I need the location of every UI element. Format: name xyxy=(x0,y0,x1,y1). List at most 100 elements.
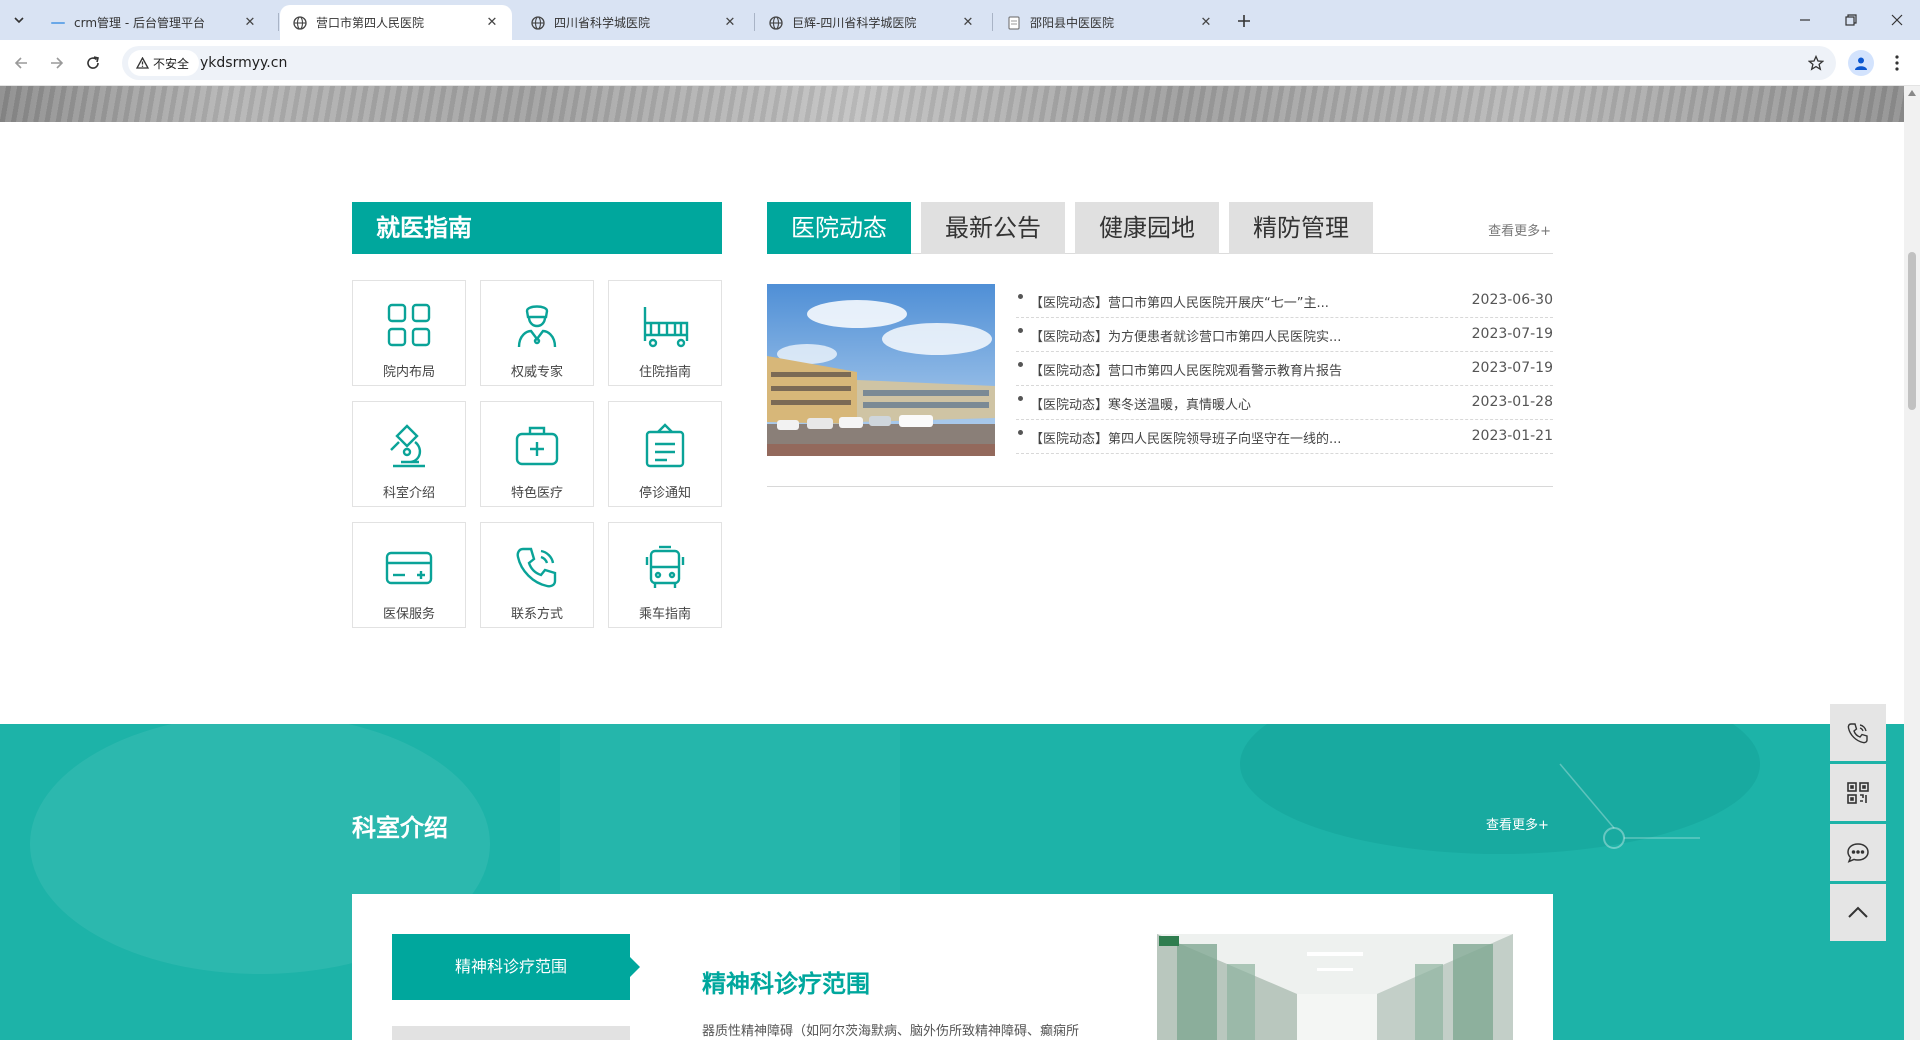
close-tab-icon[interactable]: ✕ xyxy=(484,15,500,31)
close-tab-icon[interactable]: ✕ xyxy=(242,15,258,31)
news-date: 2023-06-30 xyxy=(1471,292,1553,308)
reload-button[interactable] xyxy=(78,48,108,78)
tab-title: 邵阳县中医医院 xyxy=(1030,16,1115,30)
guide-item-insurance[interactable]: 医保服务 xyxy=(352,522,466,628)
close-icon xyxy=(1891,14,1903,26)
guide-item-label: 乘车指南 xyxy=(638,607,691,622)
close-tab-icon[interactable]: ✕ xyxy=(722,15,738,31)
news-item[interactable]: 【医院动态】为方便患者就诊营口市第四人民医院实... 2023-07-19 xyxy=(1016,318,1553,352)
security-indicator[interactable]: 不安全 xyxy=(128,50,200,76)
warning-icon xyxy=(136,57,149,69)
guide-item-special-care[interactable]: 特色医疗 xyxy=(480,401,594,507)
news-title[interactable]: 【医院动态】营口市第四人民医院开展庆“七一”主... xyxy=(1030,292,1430,311)
profile-button[interactable] xyxy=(1848,50,1874,76)
tab-mental-health-mgmt[interactable]: 精防管理 xyxy=(1229,202,1373,254)
bullet-dot xyxy=(1018,396,1023,401)
medical-kit-icon xyxy=(515,426,559,466)
chat-icon xyxy=(1847,842,1869,863)
float-qrcode-button[interactable] xyxy=(1830,764,1886,821)
news-date: 2023-07-19 xyxy=(1471,360,1553,376)
clipboard-icon xyxy=(645,423,685,468)
forward-button[interactable] xyxy=(42,48,72,78)
guide-item-departments[interactable]: 科室介绍 xyxy=(352,401,466,507)
back-button[interactable] xyxy=(6,48,36,78)
arrow-left-icon xyxy=(14,57,27,69)
department-tab[interactable] xyxy=(392,1026,630,1040)
globe-icon xyxy=(292,15,308,31)
browser-tab[interactable]: 四川省科学城医院 ✕ xyxy=(518,5,750,40)
tab-search-button[interactable] xyxy=(8,9,30,31)
reload-icon xyxy=(87,56,99,69)
hospital-building-photo xyxy=(767,284,995,456)
grid-layout-icon xyxy=(387,303,431,347)
guide-item-experts[interactable]: 权威专家 xyxy=(480,280,594,386)
news-item[interactable]: 【医院动态】营口市第四人民医院开展庆“七一”主... 2023-06-30 xyxy=(1016,284,1553,318)
float-phone-button[interactable] xyxy=(1830,704,1886,761)
tab-separator xyxy=(754,13,755,31)
department-section-title: 科室介绍 xyxy=(352,814,448,842)
guide-item-label: 停诊通知 xyxy=(638,486,691,501)
news-title[interactable]: 【医院动态】为方便患者就诊营口市第四人民医院实... xyxy=(1030,326,1430,345)
guide-section-title: 就医指南 xyxy=(352,202,722,254)
guide-item-transport[interactable]: 乘车指南 xyxy=(608,522,722,628)
float-chat-button[interactable] xyxy=(1830,824,1886,881)
news-title[interactable]: 【医院动态】寒冬送温暖，真情暖人心 xyxy=(1030,394,1430,413)
news-item[interactable]: 【医院动态】第四人民医院领导班子向坚守在一线的... 2023-01-21 xyxy=(1016,420,1553,454)
url-text[interactable]: ykdsrmyy.cn xyxy=(200,46,287,80)
hospital-bed-icon xyxy=(643,307,689,348)
doctor-icon xyxy=(517,305,557,348)
scrollbar-thumb[interactable] xyxy=(1908,252,1916,410)
guide-item-suspension-notice[interactable]: 停诊通知 xyxy=(608,401,722,507)
guide-item-label: 特色医疗 xyxy=(510,486,563,501)
guide-item-layout[interactable]: 院内布局 xyxy=(352,280,466,386)
close-tab-icon[interactable]: ✕ xyxy=(1198,15,1214,31)
news-item[interactable]: 【医院动态】营口市第四人民医院观看警示教育片报告 2023-07-19 xyxy=(1016,352,1553,386)
close-tab-icon[interactable]: ✕ xyxy=(960,15,976,31)
minimize-icon xyxy=(1800,19,1810,21)
globe-icon xyxy=(530,15,546,31)
bullet-dot xyxy=(1018,362,1023,367)
address-bar[interactable]: 不安全 ykdsrmyy.cn xyxy=(122,46,1836,80)
browser-tab[interactable]: 邵阳县中医医院 ✕ xyxy=(994,5,1226,40)
news-date: 2023-01-21 xyxy=(1471,428,1553,444)
department-tab-active[interactable]: 精神科诊疗范围 xyxy=(392,934,640,1000)
qr-code-icon xyxy=(1847,781,1869,804)
page-scrollbar[interactable] xyxy=(1904,86,1920,1040)
tab-announcements[interactable]: 最新公告 xyxy=(921,202,1065,254)
star-icon xyxy=(1808,55,1824,71)
news-title[interactable]: 【医院动态】营口市第四人民医院观看警示教育片报告 xyxy=(1030,360,1430,379)
tab-title: crm管理 - 后台管理平台 xyxy=(74,16,205,30)
browser-tab[interactable]: 巨辉-四川省科学城医院 ✕ xyxy=(756,5,988,40)
browser-menu-button[interactable] xyxy=(1884,50,1910,76)
bullet-dot xyxy=(1018,328,1023,333)
news-item[interactable]: 【医院动态】寒冬送温暖，真情暖人心 2023-01-28 xyxy=(1016,386,1553,420)
news-photo[interactable] xyxy=(767,284,995,456)
news-more-link[interactable]: 查看更多+ xyxy=(1488,220,1551,239)
close-window-button[interactable] xyxy=(1874,0,1920,40)
tab-separator xyxy=(992,13,993,31)
news-title[interactable]: 【医院动态】第四人民医院领导班子向坚守在一线的... xyxy=(1030,428,1430,447)
chevron-down-icon xyxy=(14,17,24,24)
bullet-dot xyxy=(1018,430,1023,435)
back-to-top-icon xyxy=(1848,906,1868,918)
department-more-link[interactable]: 查看更多+ xyxy=(1486,814,1549,833)
guide-item-inpatient[interactable]: 住院指南 xyxy=(608,280,722,386)
scroll-up-arrow-icon[interactable] xyxy=(1908,90,1916,96)
news-date: 2023-01-28 xyxy=(1471,394,1553,410)
minimize-button[interactable] xyxy=(1782,0,1828,40)
department-card: 精神科诊疗范围 精神科诊疗范围 器质性精神障碍（如阿尔茨海默病、脑外伤所致精神障… xyxy=(352,894,1553,1040)
browser-tab-active[interactable]: 营口市第四人民医院 ✕ xyxy=(280,5,512,40)
bullet-dot xyxy=(1018,294,1023,299)
tab-health[interactable]: 健康园地 xyxy=(1075,202,1219,254)
back-to-top-button[interactable] xyxy=(1830,884,1886,941)
browser-tab[interactable]: crm管理 - 后台管理平台 ✕ xyxy=(38,5,270,40)
more-vertical-icon xyxy=(1895,55,1899,71)
tab-hospital-news[interactable]: 医院动态 xyxy=(767,202,911,254)
news-date: 2023-07-19 xyxy=(1471,326,1553,342)
bookmark-star-button[interactable] xyxy=(1804,51,1828,75)
new-tab-button[interactable] xyxy=(1232,9,1256,33)
page-icon xyxy=(1006,15,1022,31)
restore-button[interactable] xyxy=(1828,0,1874,40)
avatar-icon xyxy=(1855,57,1867,70)
guide-item-contact[interactable]: 联系方式 xyxy=(480,522,594,628)
